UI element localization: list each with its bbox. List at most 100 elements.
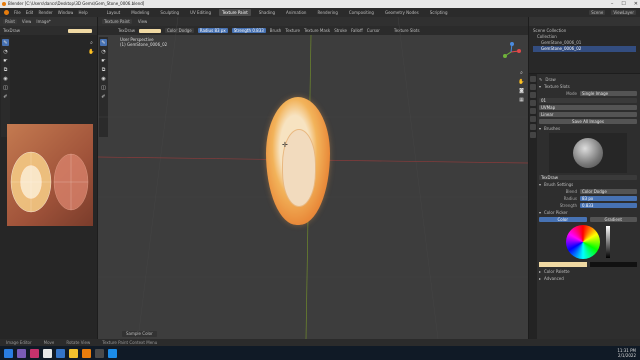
color-wheel[interactable] (566, 225, 600, 259)
tab-compositing[interactable]: Compositing (346, 9, 377, 16)
zoom-view-icon[interactable]: ⌕ (518, 69, 525, 76)
prop-strength-field[interactable]: 0.833 (580, 203, 637, 208)
premiere-icon[interactable] (17, 348, 26, 358)
system-clock[interactable]: 11:31 PM 2/1/2022 (617, 348, 636, 358)
brush-cursor-icon: ✛ (282, 141, 288, 149)
advanced-header[interactable]: ▸ Advanced (539, 275, 637, 282)
image-selector[interactable]: 01 (539, 98, 637, 103)
smear-icon[interactable]: ☛ (2, 57, 9, 64)
pan-hand-icon[interactable]: ✋ (88, 48, 95, 55)
properties-content: ✎ Draw ▾ Texture Slots Mode Single Image 01… (539, 76, 637, 282)
menu-image[interactable]: Image* (36, 19, 51, 24)
viewport-nav-buttons: ⌕ ✋ ◙ ▦ (517, 67, 524, 105)
secondary-color-swatch[interactable] (589, 262, 637, 267)
brush-settings-header[interactable]: ▾ Brush Settings (539, 181, 637, 188)
view-layer-field[interactable]: ViewLayer (611, 10, 636, 15)
interpolation-dropdown[interactable]: Linear (539, 112, 637, 117)
uvmap-dropdown[interactable]: UVMap (539, 105, 637, 110)
window-title-bar: Blender [C:\Users\dancs\Desktop\3D Gems\… (0, 0, 640, 8)
tab-scripting[interactable]: Scripting (427, 9, 451, 16)
app2-taskbar-icon[interactable] (108, 348, 117, 358)
tab-sculpting[interactable]: Sculpting (157, 9, 182, 16)
world-tab-icon[interactable] (530, 108, 536, 114)
mode-paint[interactable]: Paint (3, 19, 17, 24)
output-tab-icon[interactable] (530, 92, 536, 98)
clone-icon[interactable]: ⧉ (2, 66, 9, 73)
outliner-panel: Scene Collection Collection GemStone_000… (529, 17, 640, 73)
render-tab-icon[interactable] (530, 84, 536, 90)
blender-menu-icon[interactable] (4, 10, 9, 15)
gradient-tab[interactable]: Gradient (589, 217, 637, 222)
tab-texture-paint[interactable]: Texture Paint (218, 9, 251, 16)
scene-field[interactable]: Scene (589, 10, 606, 15)
modifier-tab-icon[interactable] (530, 124, 536, 130)
maximize-button[interactable]: ☐ (621, 0, 625, 8)
pan-view-icon[interactable]: ✋ (518, 78, 525, 85)
brush-sphere-icon (573, 138, 603, 168)
annotate-icon[interactable]: ✐ (2, 93, 9, 100)
save-all-images-button[interactable]: Save All Images (539, 119, 637, 124)
start-windows-icon[interactable] (4, 348, 13, 358)
brush-name-row: TexDraw (539, 174, 637, 181)
draw-icon[interactable]: ✎ (2, 39, 9, 46)
brushes-label: Brushes (544, 126, 561, 131)
ortho-toggle-icon[interactable]: ▦ (518, 96, 525, 103)
tab-modeling[interactable]: Modeling (128, 9, 152, 16)
tab-rendering[interactable]: Rendering (314, 9, 340, 16)
brushes-header[interactable]: ▾ Brushes (539, 125, 637, 132)
mode-dropdown[interactable]: Single Image (580, 91, 637, 96)
menu-view[interactable]: View (22, 19, 32, 24)
texture-slots-header[interactable]: ▾ Texture Slots (539, 83, 637, 90)
fill-icon[interactable]: ◉ (2, 75, 9, 82)
zoom-icon[interactable]: ⌕ (88, 39, 95, 46)
app-taskbar-icon[interactable] (95, 348, 104, 358)
menu-render[interactable]: Render (38, 10, 52, 15)
outliner-header (529, 17, 640, 26)
browser-icon[interactable] (43, 348, 52, 358)
brush-preview[interactable] (549, 133, 627, 173)
blend-dropdown[interactable]: Color Dodge (580, 189, 637, 194)
camera-view-icon[interactable]: ◙ (518, 87, 525, 94)
gemstone-02-item[interactable]: GemStone_0006_02 (533, 46, 636, 52)
uv-texture-image[interactable] (7, 124, 93, 226)
menu-file[interactable]: File (14, 10, 21, 15)
color-tab[interactable]: Color (539, 217, 587, 222)
close-button[interactable]: ✕ (634, 0, 638, 8)
color-palette-header[interactable]: ▸ Color Palette (539, 268, 637, 275)
menu-edit[interactable]: Edit (26, 10, 34, 15)
minimize-button[interactable]: – (611, 0, 614, 8)
navigation-gizmo[interactable] (500, 41, 522, 63)
menu-help[interactable]: Help (78, 10, 87, 15)
prop-radius-field[interactable]: 83 px (580, 196, 637, 201)
menu-window[interactable]: Window (58, 10, 74, 15)
tab-geometry-nodes[interactable]: Geometry Nodes (382, 9, 422, 16)
soften-icon[interactable]: ◔ (2, 48, 9, 55)
tab-shading[interactable]: Shading (256, 9, 278, 16)
photoshop-icon[interactable] (56, 348, 65, 358)
blender-taskbar-icon[interactable] (82, 348, 91, 358)
tab-uv-editing[interactable]: UV Editing (187, 9, 214, 16)
tab-layout[interactable]: Layout (104, 9, 124, 16)
brush-name-field[interactable]: TexDraw (539, 175, 637, 180)
object-tab-icon[interactable] (530, 116, 536, 122)
color-swatch[interactable] (67, 28, 92, 33)
tab-animation[interactable]: Animation (283, 9, 309, 16)
mode-row: Mode Single Image (539, 90, 637, 97)
tool-tab-icon[interactable] (530, 76, 536, 82)
3d-viewport[interactable]: Texture Paint View TexDraw Color Dodge R… (98, 17, 528, 339)
media-app-icon[interactable] (30, 348, 39, 358)
primary-color-swatch[interactable] (539, 262, 587, 267)
status-image-editor: Image Editor (6, 340, 32, 345)
scene-tab-icon[interactable] (530, 100, 536, 106)
file-explorer-icon[interactable] (69, 348, 78, 358)
clock-date: 2/1/2022 (618, 353, 636, 358)
material-tab-icon[interactable] (530, 132, 536, 138)
image-editor-header: Paint View Image* (0, 17, 97, 26)
swatch-row (539, 261, 637, 268)
value-slider[interactable] (606, 226, 610, 258)
mask-icon[interactable]: ◫ (2, 84, 9, 91)
advanced-label: Advanced (544, 276, 564, 281)
prop-strength-label: Strength (559, 203, 577, 208)
status-rotate: Rotate View (66, 340, 91, 345)
color-picker-header[interactable]: ▾ Color Picker (539, 209, 637, 216)
